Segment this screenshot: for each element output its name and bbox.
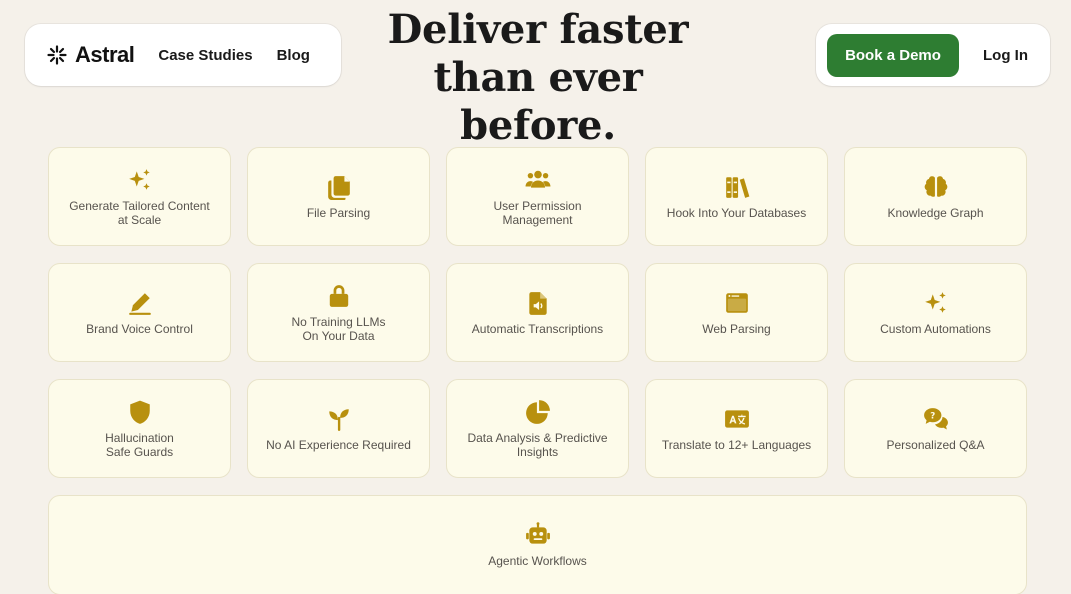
feature-label: Automatic Transcriptions: [471, 321, 604, 336]
login-button[interactable]: Log In: [983, 47, 1028, 64]
feature-label: Hook Into Your Databases: [666, 205, 807, 220]
asterisk-logo-icon: [47, 45, 67, 65]
feature-card-databases[interactable]: Hook Into Your Databases: [645, 147, 828, 246]
lock-icon: [326, 283, 352, 309]
feature-card-data-analysis[interactable]: Data Analysis & Predictive Insights: [446, 379, 629, 478]
feature-label: User Permission Management: [493, 198, 582, 227]
sparkles-icon: [923, 290, 949, 316]
feature-card-no-ai-experience[interactable]: No AI Experience Required: [247, 379, 430, 478]
feature-label: Knowledge Graph: [887, 205, 984, 220]
copy-files-icon: [326, 174, 352, 200]
hero-line-1: Deliver faster: [387, 6, 689, 53]
feature-card-transcriptions[interactable]: Automatic Transcriptions: [446, 263, 629, 362]
feature-label: Brand Voice Control: [86, 321, 193, 336]
brain-icon: [923, 174, 949, 200]
audio-file-icon: [525, 290, 551, 316]
language-icon: [724, 406, 750, 432]
pen-icon: [127, 290, 153, 316]
feature-label: Web Parsing: [702, 321, 771, 336]
feature-card-brand-voice[interactable]: Brand Voice Control: [48, 263, 231, 362]
robot-icon: [525, 522, 551, 548]
nav-actions: Book a Demo Log In: [816, 24, 1050, 86]
feature-label: No Training LLMs On Your Data: [291, 314, 386, 343]
shield-icon: [127, 399, 153, 425]
nav-link-blog[interactable]: Blog: [277, 47, 310, 64]
pie-chart-icon: [525, 399, 551, 425]
books-icon: [724, 174, 750, 200]
feature-card-file-parsing[interactable]: File Parsing: [247, 147, 430, 246]
feature-card-tailored-content[interactable]: Generate Tailored Content at Scale: [48, 147, 231, 246]
feature-card-agentic-workflows[interactable]: Agentic Workflows: [48, 495, 1027, 594]
users-icon: [525, 167, 551, 193]
browser-window-icon: [724, 290, 750, 316]
svg-text:?: ?: [930, 411, 935, 421]
feature-card-hallucination-guards[interactable]: Hallucination Safe Guards: [48, 379, 231, 478]
feature-label: File Parsing: [306, 205, 371, 220]
brand-name: Astral: [75, 42, 135, 67]
feature-label: Custom Automations: [880, 321, 991, 336]
nav-link-case-studies[interactable]: Case Studies: [158, 47, 252, 64]
brand-logo[interactable]: Astral: [47, 42, 135, 68]
hero-heading: Deliver faster than ever before.: [360, 6, 716, 150]
feature-label: Hallucination Safe Guards: [105, 430, 174, 459]
feature-grid: Generate Tailored Content at Scale File …: [48, 147, 1027, 594]
main-nav: Astral Case Studies Blog: [25, 24, 341, 86]
feature-label: Generate Tailored Content at Scale: [69, 198, 210, 227]
feature-card-web-parsing[interactable]: Web Parsing: [645, 263, 828, 362]
feature-card-translate[interactable]: Translate to 12+ Languages: [645, 379, 828, 478]
book-demo-button[interactable]: Book a Demo: [827, 33, 959, 77]
question-chat-icon: ?: [923, 406, 949, 432]
feature-label: Translate to 12+ Languages: [661, 437, 812, 452]
feature-label: Agentic Workflows: [488, 554, 587, 568]
feature-label: No AI Experience Required: [266, 437, 411, 452]
feature-card-custom-automations[interactable]: Custom Automations: [844, 263, 1027, 362]
feature-label: Personalized Q&A: [886, 437, 985, 452]
sparkles-icon: [127, 167, 153, 193]
feature-card-user-permissions[interactable]: User Permission Management: [446, 147, 629, 246]
seedling-icon: [326, 406, 352, 432]
feature-card-personalized-qa[interactable]: ? Personalized Q&A: [844, 379, 1027, 478]
feature-card-no-training[interactable]: No Training LLMs On Your Data: [247, 263, 430, 362]
feature-label: Data Analysis & Predictive Insights: [467, 430, 608, 459]
hero-line-2: than ever before.: [433, 54, 643, 149]
feature-card-knowledge-graph[interactable]: Knowledge Graph: [844, 147, 1027, 246]
